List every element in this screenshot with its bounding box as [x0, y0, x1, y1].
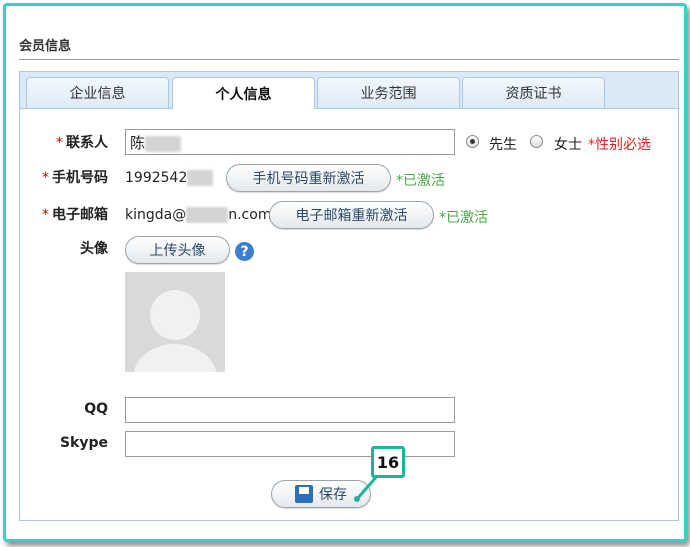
- phone-value: 1992542: [125, 170, 214, 186]
- avatar-label: 头像: [80, 241, 108, 257]
- email-label: * 电子邮箱: [24, 204, 108, 224]
- email-suffix: n.com: [228, 207, 272, 223]
- phone-activated-status: *已激活: [396, 173, 445, 189]
- redacted-text: [145, 135, 182, 152]
- qq-label: QQ: [84, 401, 108, 417]
- floppy-disk-icon: [295, 485, 313, 503]
- skype-input[interactable]: [125, 431, 455, 457]
- phone-number: 1992542: [125, 170, 188, 186]
- upload-avatar-button[interactable]: 上传头像: [125, 236, 230, 264]
- member-info-window: 会员信息 企业信息 个人信息 业务范围 资质证书 * 联系人 陈 先生 女士 *性…: [3, 3, 687, 542]
- required-mark: *: [42, 207, 49, 223]
- skype-label: Skype: [59, 435, 108, 451]
- contact-name-value: 陈: [130, 134, 146, 152]
- reactivate-email-button[interactable]: 电子邮箱重新激活: [269, 201, 434, 229]
- required-mark: *: [56, 135, 63, 151]
- gender-ms-label: 女士: [554, 137, 582, 153]
- gender-mr-radio[interactable]: [466, 135, 479, 148]
- tab-company-info[interactable]: 企业信息: [26, 77, 169, 108]
- title-divider: [19, 59, 679, 60]
- callout-pointer: [354, 475, 380, 502]
- qq-input[interactable]: [125, 397, 455, 423]
- phone-label: * 手机号码: [24, 167, 108, 187]
- gender-required-hint: *性别必选: [588, 137, 651, 153]
- step-callout: 16: [371, 446, 405, 478]
- email-label-text: 电子邮箱: [52, 207, 108, 223]
- required-mark: *: [42, 170, 49, 186]
- tab-bar: 企业信息 个人信息 业务范围 资质证书: [20, 72, 678, 109]
- contact-name-input[interactable]: 陈: [125, 129, 455, 155]
- contact-label-text: 联系人: [66, 135, 108, 151]
- save-button-label: 保存: [319, 487, 347, 503]
- email-value: kingda@ n.com: [125, 207, 271, 223]
- tab-certificates[interactable]: 资质证书: [462, 77, 605, 108]
- tab-personal-info[interactable]: 个人信息: [172, 77, 315, 109]
- default-avatar-icon: [125, 272, 225, 372]
- email-prefix: kingda@: [125, 207, 187, 223]
- gender-ms-radio[interactable]: [530, 135, 543, 148]
- section-title: 会员信息: [19, 39, 72, 54]
- reactivate-phone-button[interactable]: 手机号码重新激活: [226, 164, 391, 192]
- contact-label: * 联系人: [24, 132, 108, 152]
- question-mark-icon[interactable]: ?: [235, 242, 254, 261]
- redacted-text: [187, 170, 214, 186]
- tab-business-scope[interactable]: 业务范围: [317, 77, 460, 108]
- avatar-placeholder: [125, 272, 225, 372]
- member-info-panel: 企业信息 个人信息 业务范围 资质证书 * 联系人 陈 先生 女士 *性别必选 *…: [19, 71, 679, 521]
- phone-label-text: 手机号码: [52, 170, 108, 186]
- email-activated-status: *已激活: [439, 210, 488, 226]
- redacted-text: [186, 207, 229, 223]
- gender-mr-label: 先生: [489, 137, 517, 153]
